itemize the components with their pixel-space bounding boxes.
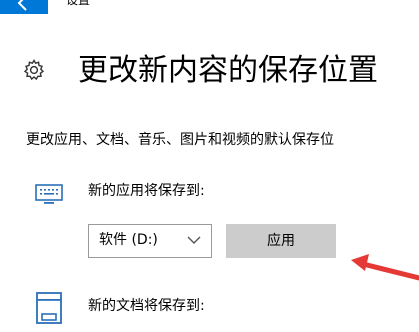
apply-button[interactable]: 应用 xyxy=(226,224,336,258)
gear-icon xyxy=(23,59,45,81)
page-title: 更改新内容的保存位置 xyxy=(78,53,378,88)
documents-save-location-label: 新的文档将保存到: xyxy=(88,298,205,314)
page-description: 更改应用、文档、音乐、图片和视频的默认保存位 xyxy=(26,132,334,148)
window-title: 设置 xyxy=(66,0,91,7)
title-bar: 设置 xyxy=(0,0,419,14)
chevron-down-icon xyxy=(187,236,201,244)
back-arrow-icon xyxy=(17,0,27,11)
red-arrow-annotation xyxy=(351,254,419,281)
document-drive-icon xyxy=(36,292,62,324)
back-button[interactable] xyxy=(0,0,48,14)
apps-save-location-label: 新的应用将保存到: xyxy=(88,183,205,199)
apps-drive-select-value: 软件 (D:) xyxy=(99,232,158,248)
monitor-icon xyxy=(35,184,63,204)
apps-drive-select[interactable]: 软件 (D:) xyxy=(88,224,212,258)
